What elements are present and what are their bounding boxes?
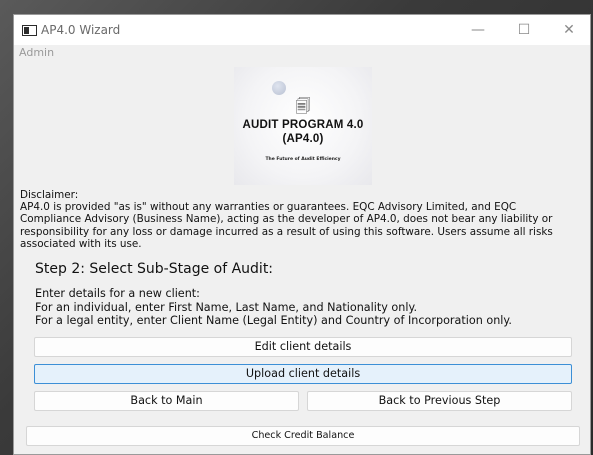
client-instructions: Enter details for a new client: For an i… [35, 287, 512, 328]
close-button[interactable]: ✕ [546, 15, 592, 45]
disclaimer-body: AP4.0 is provided "as is" without any wa… [20, 201, 553, 250]
menu-bar: Admin [14, 45, 590, 61]
app-logo: 🗐 AUDIT PROGRAM 4.0 (AP4.0) The Future o… [234, 67, 372, 185]
disclaimer: Disclaimer: AP4.0 is provided "as is" wi… [20, 189, 580, 250]
maximize-button[interactable]: ☐ [501, 15, 547, 45]
disclaimer-heading: Disclaimer: [20, 189, 79, 201]
menu-admin[interactable]: Admin [19, 46, 54, 59]
logo-orb-decoration [272, 81, 286, 95]
window-title: AP4.0 Wizard [41, 23, 121, 37]
wizard-window: AP4.0 Wizard — ☐ ✕ Admin 🗐 AUDIT PROGRAM… [13, 14, 591, 455]
back-to-main-button[interactable]: Back to Main [34, 391, 299, 411]
minimize-button[interactable]: — [455, 15, 501, 45]
upload-client-details-button[interactable]: Upload client details [34, 364, 572, 384]
step-title: Step 2: Select Sub-Stage of Audit: [35, 261, 274, 277]
instruction-line: For an individual, enter First Name, Las… [35, 300, 418, 314]
edit-client-details-button[interactable]: Edit client details [34, 337, 572, 357]
check-credit-balance-button[interactable]: Check Credit Balance [26, 426, 580, 446]
instruction-line: For a legal entity, enter Client Name (L… [35, 314, 512, 327]
back-to-previous-step-button[interactable]: Back to Previous Step [307, 391, 572, 411]
logo-title: AUDIT PROGRAM 4.0 (AP4.0) [242, 119, 364, 145]
logo-tagline: The Future of Audit Efficiency [265, 157, 341, 162]
app-icon [22, 25, 37, 36]
title-bar[interactable]: AP4.0 Wizard — ☐ ✕ [14, 15, 590, 45]
instruction-line: Enter details for a new client: [35, 287, 200, 300]
